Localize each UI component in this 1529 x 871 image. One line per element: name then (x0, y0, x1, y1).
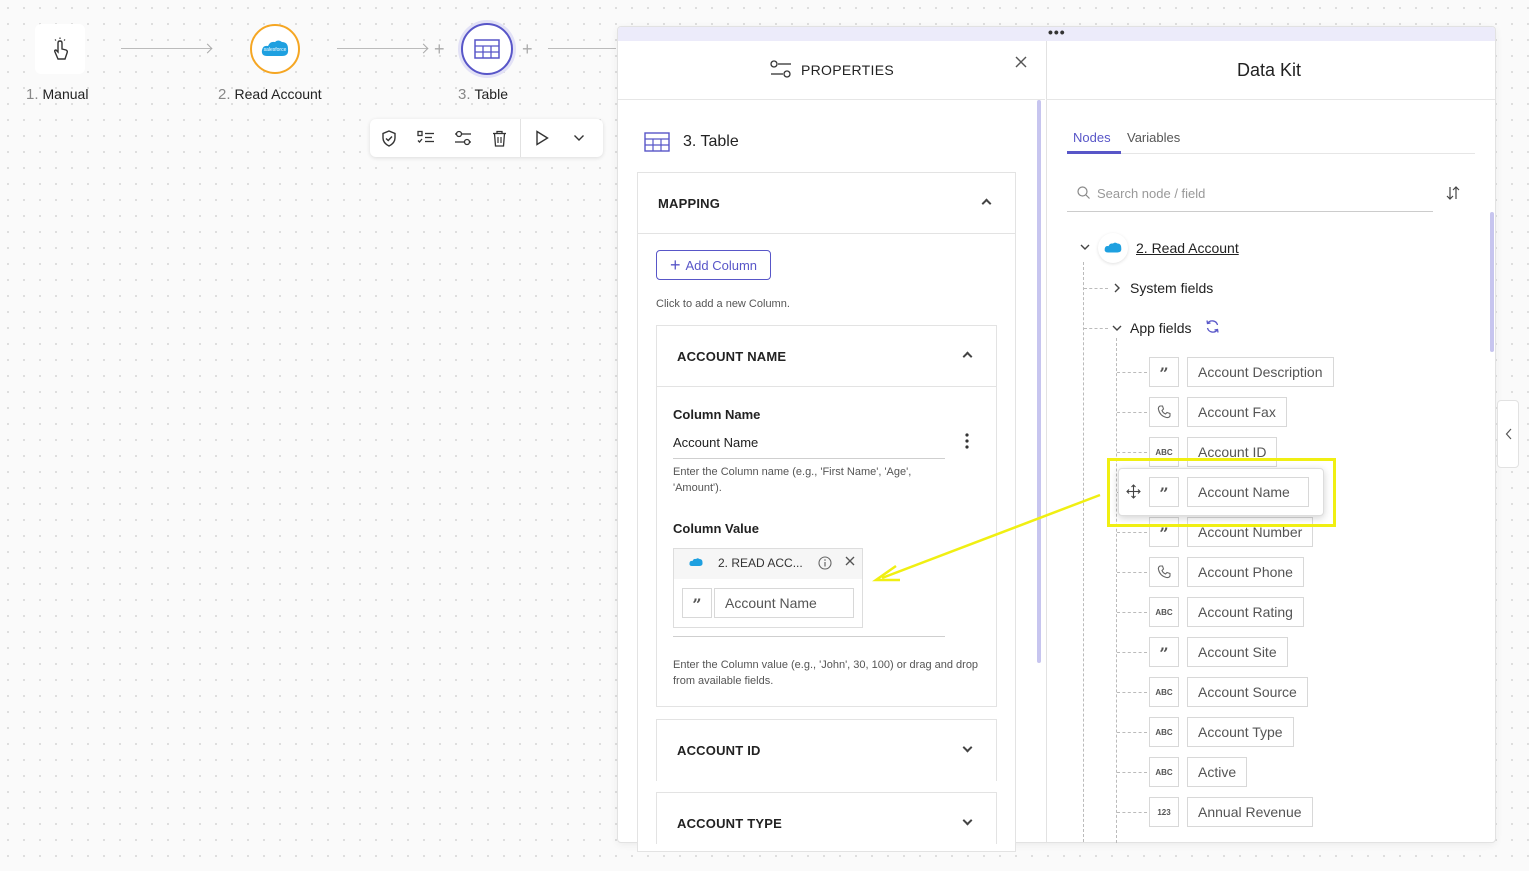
svg-text:salesforce: salesforce (264, 47, 287, 53)
add-step-plus[interactable]: + (434, 40, 445, 58)
node-label-read-account: 2. Read Account (218, 86, 322, 103)
field-pill[interactable]: Account Rating (1187, 597, 1304, 627)
column-name-label: Column Name (673, 407, 761, 422)
tree-node-read-account[interactable]: 2. Read Account (1136, 240, 1239, 256)
hand-pointer-icon (53, 37, 69, 60)
quote-type-icon: ” (1149, 357, 1179, 387)
properties-sliders-icon (770, 60, 791, 78)
chip-field-pill: Account Name (714, 588, 854, 618)
table-icon (474, 39, 500, 59)
field-pill[interactable]: Account Description (1187, 357, 1334, 387)
kebab-menu-icon[interactable] (964, 432, 970, 450)
field-pill[interactable]: Annual Revenue (1187, 797, 1313, 827)
datakit-title: Data Kit (1237, 60, 1302, 80)
quote-type-icon: ” (682, 588, 712, 618)
tab-nodes[interactable]: Nodes (1073, 130, 1111, 145)
field-pill[interactable]: Account Source (1187, 677, 1308, 707)
column-value-help: Enter the Column value (e.g., 'John', 30… (673, 659, 979, 687)
plus-icon: + (669, 255, 681, 275)
drag-arrow-annotation (872, 493, 1101, 582)
drag-highlight-box (1107, 458, 1336, 527)
chevron-down-icon[interactable] (1112, 325, 1122, 332)
column-header[interactable]: ACCOUNT TYPE (677, 816, 782, 831)
text-type-icon: ABC (1149, 717, 1179, 747)
column-header[interactable]: ACCOUNT ID (677, 743, 761, 758)
field-pill[interactable]: Account Phone (1187, 557, 1304, 587)
chip-source-label: 2. READ ACC... (718, 556, 803, 570)
trash-icon[interactable] (481, 119, 518, 157)
datakit-scrollbar[interactable] (1490, 212, 1494, 352)
chevron-left-icon (1505, 428, 1511, 440)
field-pill[interactable]: Account Site (1187, 637, 1288, 667)
checklist-icon[interactable] (407, 119, 444, 157)
add-step-plus[interactable]: + (522, 40, 533, 58)
salesforce-node-badge (1098, 233, 1128, 263)
add-column-help: Click to add a new Column. (656, 298, 790, 310)
mapping-header[interactable]: MAPPING (658, 196, 720, 211)
column-name-input[interactable]: Account Name (673, 435, 943, 450)
phone-type-icon (1149, 557, 1179, 587)
quote-type-icon: ” (1149, 637, 1179, 667)
manual-trigger-node[interactable] (35, 24, 85, 74)
field-pill[interactable]: Active (1187, 757, 1248, 787)
salesforce-icon (1104, 242, 1122, 253)
info-icon[interactable] (818, 556, 832, 570)
text-type-icon: ABC (1149, 757, 1179, 787)
tree-app-fields[interactable]: App fields (1130, 320, 1191, 336)
field-pill[interactable]: Account Type (1187, 717, 1294, 747)
table-node[interactable] (461, 23, 513, 75)
tab-active-indicator (1067, 151, 1121, 154)
field-pill[interactable]: Account Fax (1187, 397, 1287, 427)
node-title: 3. Table (683, 133, 739, 150)
search-icon (1077, 186, 1090, 199)
refresh-icon[interactable] (1205, 319, 1220, 334)
column-value-label: Column Value (673, 521, 759, 536)
text-type-icon: ABC (1149, 677, 1179, 707)
text-type-icon: 123 (1149, 797, 1179, 827)
text-type-icon: ABC (1149, 597, 1179, 627)
chevron-down-icon[interactable] (560, 119, 597, 157)
drag-handle-dots-icon[interactable]: ••• (1048, 27, 1066, 39)
tree-system-fields[interactable]: System fields (1130, 280, 1213, 296)
add-column-button[interactable]: + Add Column (656, 250, 771, 280)
collapse-panel-tab[interactable] (1497, 400, 1519, 468)
play-icon[interactable] (523, 119, 560, 157)
chevron-right-icon[interactable] (1114, 283, 1121, 293)
properties-title: PROPERTIES (801, 62, 894, 78)
column-header[interactable]: ACCOUNT NAME (677, 349, 786, 364)
node-toolbar (370, 119, 603, 157)
sort-icon[interactable] (1445, 185, 1461, 201)
shield-check-icon[interactable] (370, 119, 407, 157)
salesforce-icon: salesforce (261, 40, 289, 56)
salesforce-icon (689, 558, 703, 566)
search-input[interactable]: Search node / field (1097, 186, 1205, 201)
node-label-manual: 1. Manual (26, 86, 89, 103)
settings-sliders-icon[interactable] (444, 119, 481, 157)
chevron-down-icon[interactable] (1080, 244, 1090, 251)
table-icon (644, 132, 670, 152)
phone-type-icon (1149, 397, 1179, 427)
read-account-node[interactable]: salesforce (250, 24, 300, 74)
tab-variables[interactable]: Variables (1127, 130, 1180, 145)
node-label-table: 3. Table (458, 86, 508, 103)
close-icon[interactable] (1015, 56, 1027, 68)
remove-chip-icon[interactable] (845, 556, 855, 566)
